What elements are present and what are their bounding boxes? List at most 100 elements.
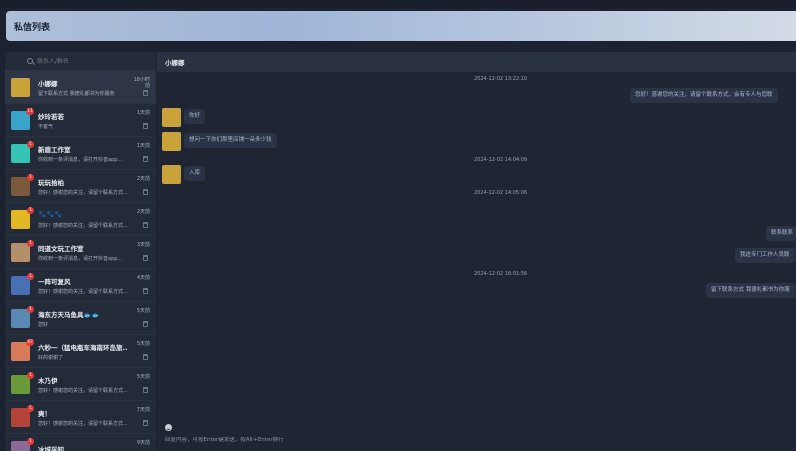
conversation-preview: 您好！感谢您的关注，请留个联系方式... [38,387,128,394]
top-bar [0,0,796,8]
unread-badge: 1 [27,239,34,247]
message-bubble: 你好 [184,109,206,124]
conversation-time: 2天前 [136,209,150,215]
conversation-item[interactable]: 1 冰城采知 9天前 [5,434,156,451]
unread-badge: 11 [26,107,34,115]
conversation-name: 新盾工作室 [38,145,71,153]
avatar: 1 [11,371,34,394]
conversation-preview: 您好！感谢您的关注，请留个联系方式... [38,189,128,196]
message-timestamp: 2024-12-02 14:04:09 [474,157,528,163]
conversation-time: 4天前 [136,275,150,281]
avatar: 47 [11,338,34,361]
unread-badge: 1 [27,437,34,445]
avatar [11,77,30,97]
message-timestamp: 2024-12-02 14:05:06 [474,190,528,196]
unread-badge: 1 [27,305,34,313]
conversation-name: 同道文玩工作室 [38,244,84,252]
message-input[interactable] [165,437,465,443]
avatar: 1 [11,437,34,451]
conversation-time: 5天前 [136,374,150,380]
conversation-preview: 您好 [38,321,49,328]
conversation-preview: 您好！感谢您的关注，请留个联系方式... [38,222,128,229]
trash-icon[interactable] [143,420,148,426]
conversation-preview: 您好！感谢您的关注，请留个联系方式... [38,288,128,295]
conversation-item[interactable]: 1 新盾工作室 你收到一条评消息，请打开抖音app... 1天前 [5,137,156,170]
unread-badge: 47 [26,338,34,346]
conversation-name: 小娜娜 [38,79,58,87]
message-bubble: 您好！感谢您的关注，请留个联系方式，会有专人与您联 [630,88,778,103]
conversation-item[interactable]: 11 妙玲若若 不客气 1天前 [5,104,156,137]
message-bubble: 入库 [184,166,206,181]
contact-search[interactable] [5,52,156,71]
search-input[interactable] [37,57,137,65]
trash-icon[interactable] [143,255,148,261]
unread-badge: 1 [27,371,34,379]
conversation-item[interactable]: 47 六秒一（猛电瓶车海南环岛旅... 好的谢谢了 5天前 [5,335,156,368]
conversation-time: 7天前 [136,407,150,413]
conversation-name: 冰城采知 [38,446,64,451]
emoji-icon[interactable] [165,424,172,431]
avatar: 1 [11,206,34,229]
conversation-name: 🐾🐾🐾 [38,209,63,218]
message-timestamp: 2024-12-02 13:22:10 [474,76,528,82]
conversation-item[interactable]: 1 同道文玩工作室 你收到一条评消息，请打开抖音app... 3天前 [5,236,156,269]
unread-badge: 1 [27,206,34,214]
avatar [162,165,181,184]
trash-icon[interactable] [143,354,148,360]
trash-icon[interactable] [143,123,148,129]
conversation-name: 玩玩拾柏 [38,178,64,186]
conversation-item[interactable]: 1 一阵可复风 您好！感谢您的关注，请留个联系方式... 4天前 [5,269,156,302]
avatar: 11 [11,107,34,130]
conversation-item[interactable]: 1 木乃伊 您好！感谢您的关注，请留个联系方式... 5天前 [5,368,156,401]
conversation-item[interactable]: 1 🐾🐾🐾 您好！感谢您的关注，请留个联系方式... 2天前 [5,203,156,236]
conversation-name: 海东方天马鱼具🐟🐟 [38,310,100,318]
conversation-preview: 好的谢谢了 [38,354,64,361]
avatar: 1 [11,140,34,163]
trash-icon[interactable] [143,387,148,393]
conversation-name: 一阵可复风 [38,277,71,285]
message-bubble: 想问一下你们那里店铺一朵多少钱 [184,133,277,148]
unread-badge: 1 [27,404,34,412]
trash-icon[interactable] [143,189,148,195]
conversation-time: 1天前 [136,143,150,149]
conversation-time: 5天前 [136,308,150,314]
chat-header: 小娜娜 [157,52,796,72]
conversation-preview: 你收到一条评消息，请打开抖音app... [38,156,123,163]
conversation-name: 六秒一（猛电瓶车海南环岛旅... [38,343,128,351]
page-title: 私信列表 [14,22,51,33]
avatar [162,108,181,127]
conversation-sidebar: 小娜娜 留下联系方式 我德礼都书为你服务 18小时前 11 妙玲若若 不客气 1… [5,52,156,451]
conversation-item[interactable]: 小娜娜 留下联系方式 我德礼都书为你服务 18小时前 [5,71,156,104]
conversation-name: 爽！ [38,409,51,417]
conversation-time: 5天前 [136,341,150,347]
conversation-name: 妙玲若若 [38,112,64,120]
conversation-list: 小娜娜 留下联系方式 我德礼都书为你服务 18小时前 11 妙玲若若 不客气 1… [5,71,156,451]
conversation-preview: 不客气 [38,123,54,130]
avatar: 1 [11,272,34,295]
conversation-time: 9天前 [136,440,150,446]
trash-icon[interactable] [143,288,148,294]
conversation-time: 1天前 [136,110,150,116]
chat-panel: 小娜娜 [157,52,796,451]
conversation-time: 3天前 [136,242,150,248]
conversation-preview: 留下联系方式 我德礼都书为你服务 [38,90,115,97]
conversation-item[interactable]: 1 爽！ 您好！感谢您的关注，请留个联系方式... 7天前 [5,401,156,434]
avatar: 1 [11,305,34,328]
avatar: 1 [11,239,34,262]
conversation-preview: 你收到一条评消息，请打开抖音app... [38,255,123,262]
trash-icon[interactable] [143,156,148,162]
conversation-item[interactable]: 1 玩玩拾柏 您好！感谢您的关注，请留个联系方式... 2天前 [5,170,156,203]
conversation-time: 18小时前 [133,77,150,89]
chat-title: 小娜娜 [165,59,185,67]
conversation-item[interactable]: 1 海东方天马鱼具🐟🐟 您好 5天前 [5,302,156,335]
search-icon [27,58,33,64]
page-header: 私信列表 [6,11,796,41]
trash-icon[interactable] [143,222,148,228]
trash-icon[interactable] [143,321,148,327]
avatar: 1 [11,173,34,196]
trash-icon[interactable] [143,90,148,96]
message-bubble: 我这专门工作人员联 [735,248,795,263]
conversation-preview: 您好！感谢您的关注，请留个联系方式... [38,420,128,427]
conversation-name: 木乃伊 [38,376,58,384]
conversation-time: 2天前 [136,176,150,182]
